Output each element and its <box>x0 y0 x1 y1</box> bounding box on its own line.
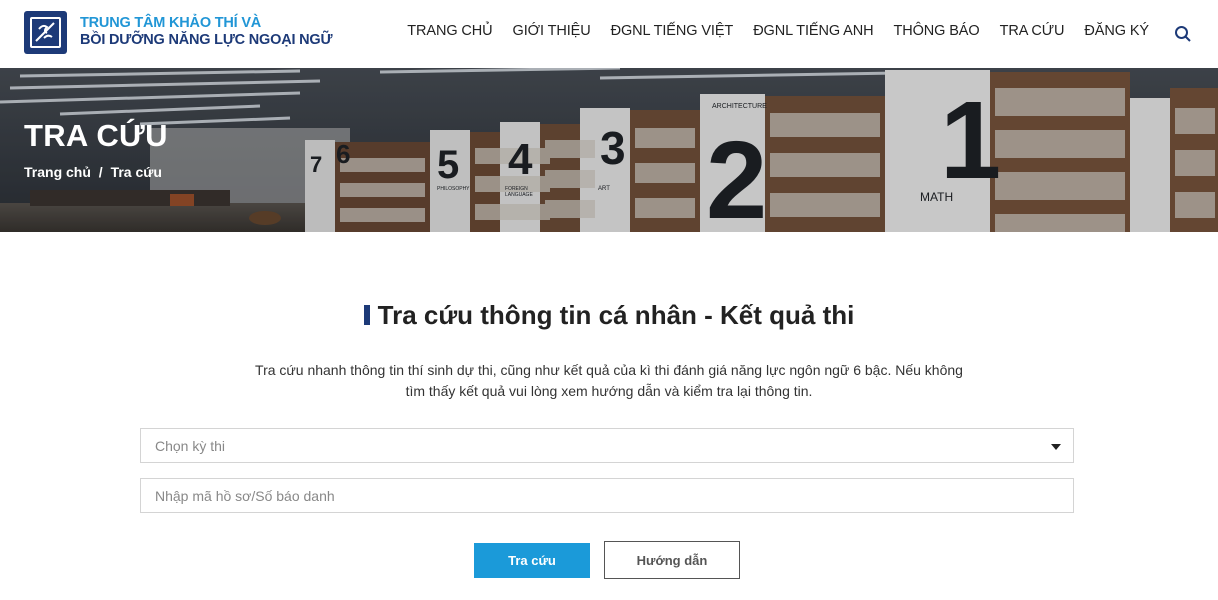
main-nav: TRANG CHỦ GIỚI THIỆU ĐGNL TIẾNG VIỆT ĐGN… <box>387 23 1149 39</box>
site-header: TRUNG TÂM KHẢO THÍ VÀ BỒI DƯỠNG NĂNG LỰC… <box>0 0 1218 68</box>
page-title: TRA CỨU <box>24 118 168 153</box>
exam-select-placeholder: Chọn kỳ thi <box>155 438 226 454</box>
section-heading-text: Tra cứu thông tin cá nhân - Kết quả thi <box>377 300 855 330</box>
logo-mark-icon <box>30 17 61 48</box>
nav-item-register[interactable]: ĐĂNG KÝ <box>1084 23 1149 39</box>
search-button[interactable]: Tra cứu <box>474 543 590 578</box>
breadcrumb: Trang chủ / Tra cứu <box>24 164 166 180</box>
brand-name[interactable]: TRUNG TÂM KHẢO THÍ VÀ BỒI DƯỠNG NĂNG LỰC… <box>80 15 333 49</box>
heading-accent-bar <box>363 305 370 325</box>
section-heading: Tra cứu thông tin cá nhân - Kết quả thi <box>0 300 1218 331</box>
breadcrumb-current: Tra cứu <box>110 164 162 180</box>
nav-item-about[interactable]: GIỚI THIỆU <box>513 23 591 39</box>
breadcrumb-home-link[interactable]: Trang chủ <box>24 164 91 180</box>
nav-item-lookup[interactable]: TRA CỨU <box>1000 23 1065 39</box>
search-icon[interactable] <box>1174 25 1192 43</box>
exam-select[interactable]: Chọn kỳ thi <box>140 428 1074 463</box>
description-line-1: Tra cứu nhanh thông tin thí sinh dự thi,… <box>255 362 963 378</box>
chevron-down-icon <box>1051 444 1061 450</box>
candidate-id-input[interactable] <box>140 478 1074 513</box>
breadcrumb-separator: / <box>98 164 103 180</box>
brand-line-1: TRUNG TÂM KHẢO THÍ VÀ <box>80 15 262 31</box>
nav-item-vietnamese-test[interactable]: ĐGNL TIẾNG VIỆT <box>611 23 734 39</box>
guide-button[interactable]: Hướng dẫn <box>604 541 740 579</box>
brand-line-2: BỒI DƯỠNG NĂNG LỰC NGOẠI NGỮ <box>80 32 333 48</box>
library-background-image: 7 5 4 3 2 1 6 MATH ARCHITECTURE ART FORE… <box>0 68 1218 232</box>
nav-item-home[interactable]: TRANG CHỦ <box>407 23 492 39</box>
nav-item-english-test[interactable]: ĐGNL TIẾNG ANH <box>753 23 873 39</box>
page-banner: 7 5 4 3 2 1 6 MATH ARCHITECTURE ART FORE… <box>0 68 1218 232</box>
lookup-description: Tra cứu nhanh thông tin thí sinh dự thi,… <box>250 360 968 402</box>
nav-item-announcements[interactable]: THÔNG BÁO <box>893 23 979 39</box>
description-line-2: tìm thấy kết quả vui lòng xem hướng dẫn … <box>405 383 813 399</box>
logo[interactable] <box>24 11 67 54</box>
